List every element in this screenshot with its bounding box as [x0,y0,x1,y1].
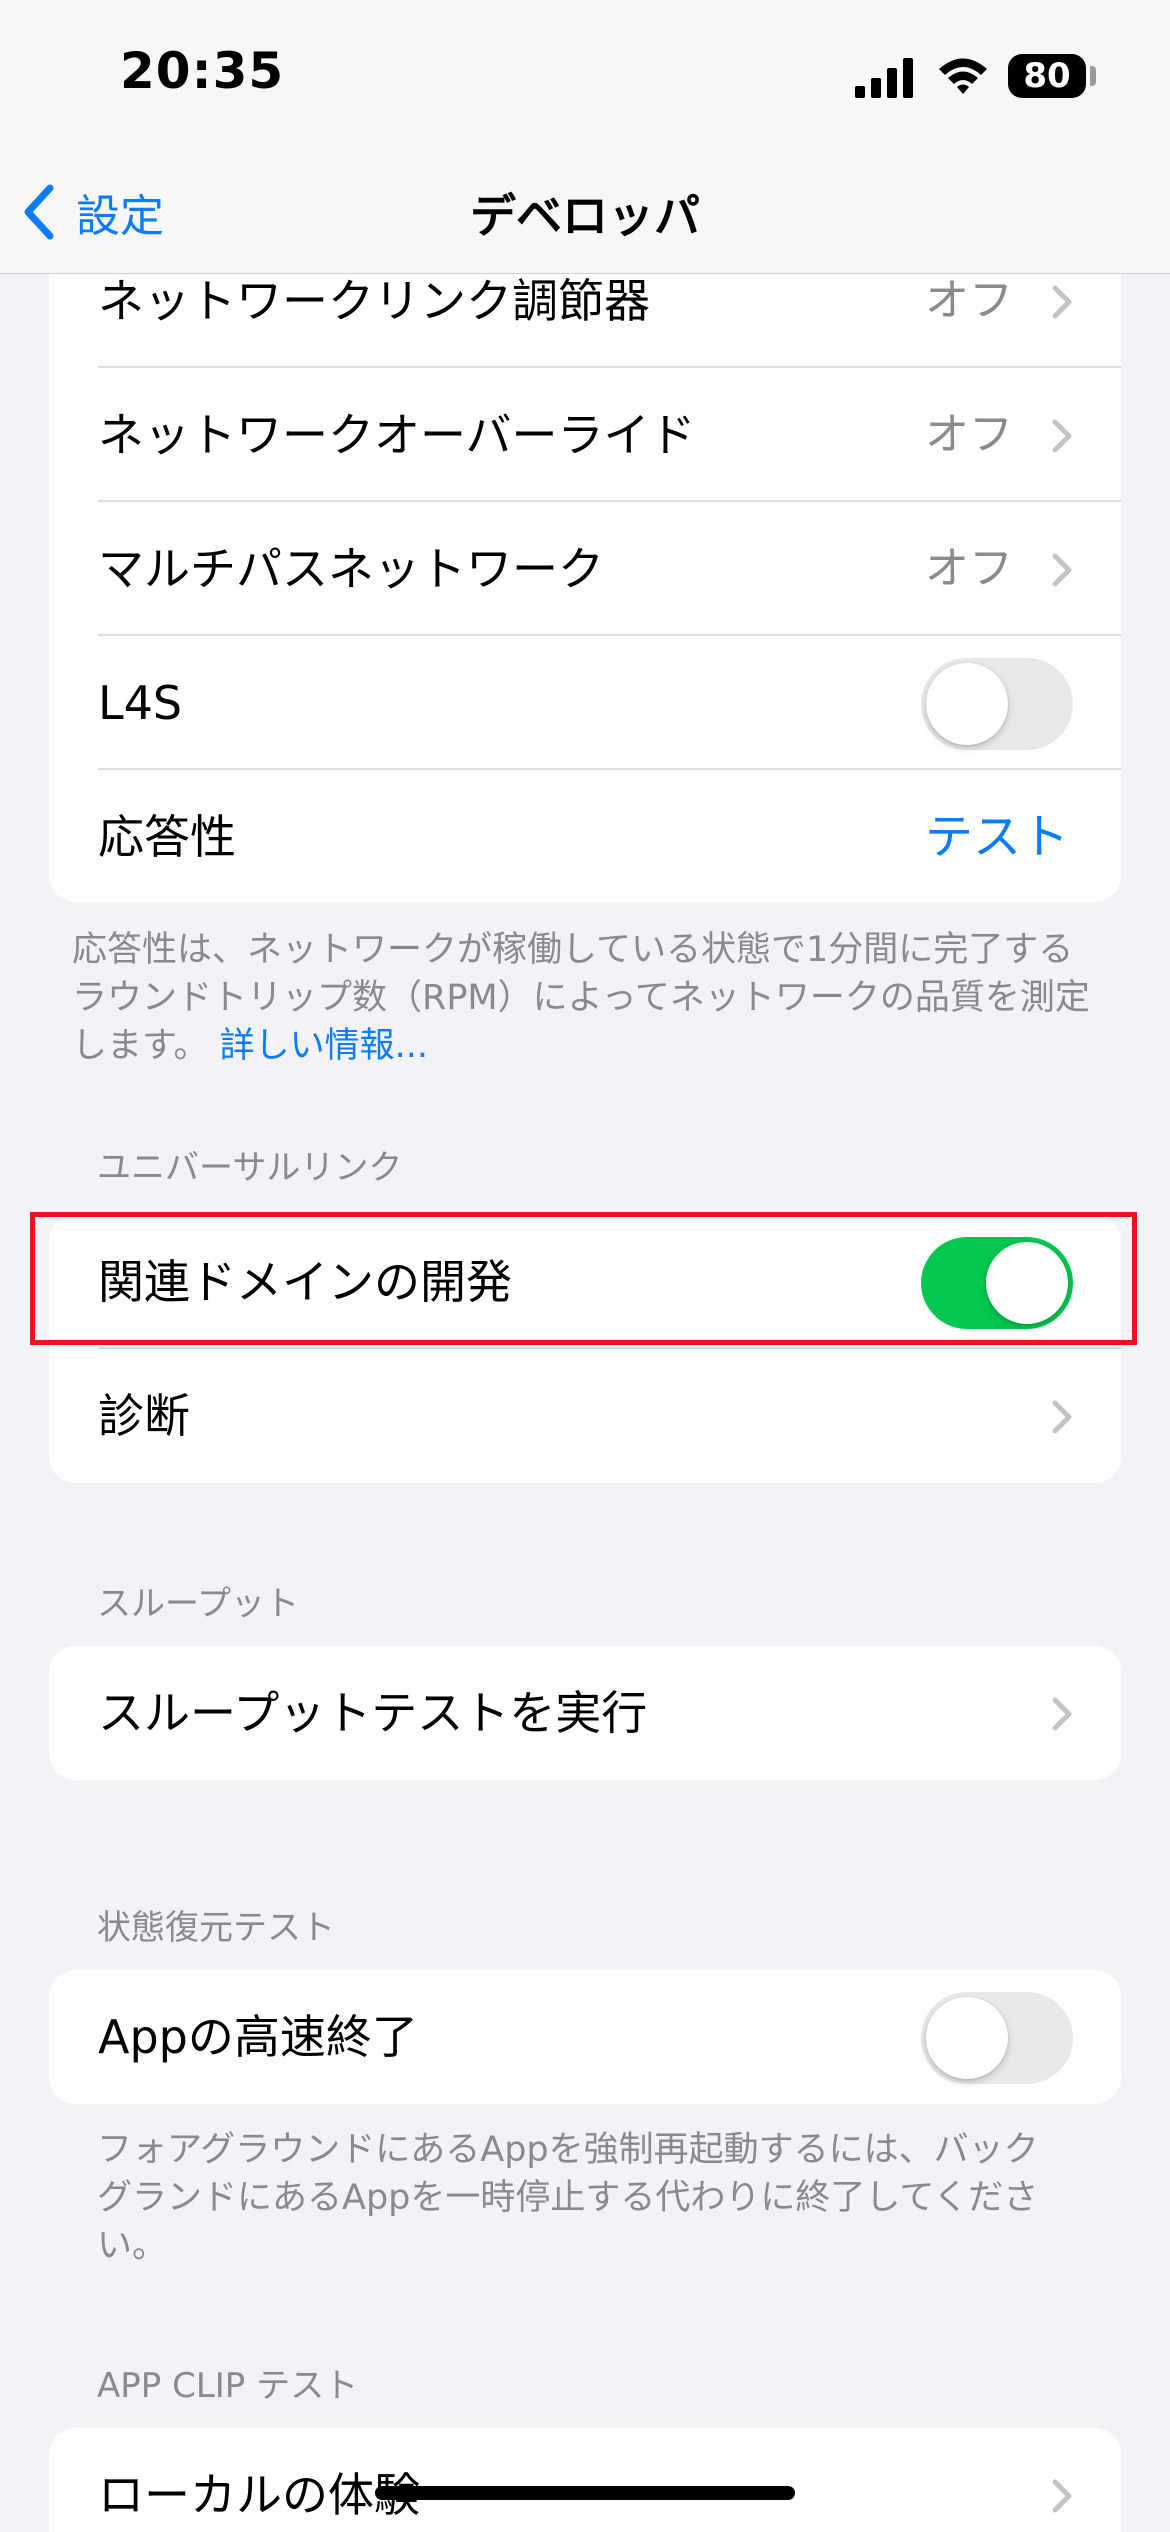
local-experience-row[interactable]: ローカルの体験 [49,2428,1121,2532]
associated-domains-development-row: 関連ドメインの開発 [49,1215,1121,1349]
run-throughput-test-row[interactable]: スループットテストを実行 [49,1646,1121,1780]
section-header-state-restoration: 状態復元テスト [97,1908,335,1948]
row-value: オフ [925,275,1013,326]
multipath-network-row[interactable]: マルチパスネットワーク オフ [49,502,1121,636]
row-label: 診断 [98,1389,190,1443]
section-header-universal-links: ユニバーサルリンク [97,1148,403,1188]
responsiveness-footnote: 応答性は、ネットワークが稼働している状態で1分間に完了するラウンドトリップ数（R… [72,926,1092,1070]
network-settings-group: ネットワークリンク調節器 オフ ネットワークオーバーライド オフ マルチパスネッ… [49,274,1121,902]
battery-tip-icon [1090,66,1096,86]
chevron-right-icon [1052,419,1072,453]
settings-list[interactable]: ネットワークリンク調節器 オフ ネットワークオーバーライド オフ マルチパスネッ… [0,274,1170,2532]
associated-domains-toggle[interactable] [921,1237,1073,1329]
row-label: ネットワークオーバーライド [98,408,696,462]
home-indicator[interactable] [375,2486,795,2500]
wifi-icon [939,58,987,94]
fast-app-termination-toggle[interactable] [921,1992,1073,2084]
page-title: デベロッパ [470,189,700,243]
chevron-right-icon [1052,553,1072,587]
navigation-bar: 設定 デベロッパ [0,150,1170,274]
row-value: オフ [925,543,1013,594]
row-value: オフ [925,409,1013,460]
state-restoration-footnote: フォアグラウンドにあるAppを強制再起動するには、バックグランドにあるAppを一… [97,2130,1039,2266]
row-label: 関連ドメインの開発 [98,1255,512,1309]
row-label: ネットワークリンク調節器 [98,274,650,328]
row-label: L4S [98,676,183,730]
section-header-app-clip: APP CLIP テスト [97,2366,359,2406]
responsiveness-row: 応答性 テスト [49,770,1121,902]
throughput-group: スループットテストを実行 [49,1646,1121,1780]
network-link-conditioner-row[interactable]: ネットワークリンク調節器 オフ [49,274,1121,368]
diagnostics-row[interactable]: 診断 [49,1349,1121,1483]
learn-more-link[interactable]: 詳しい情報... [220,1026,428,1066]
battery-indicator: 80 [1008,54,1086,98]
row-label: 応答性 [98,810,236,864]
state-restoration-group: Appの高速終了 [49,1970,1121,2104]
chevron-right-icon [1052,1697,1072,1731]
chevron-right-icon [1052,285,1072,319]
universal-links-group: 関連ドメインの開発 診断 [49,1215,1121,1483]
fast-app-termination-row: Appの高速終了 [49,1970,1121,2104]
status-bar: 20:35 80 [0,0,1170,150]
l4s-toggle[interactable] [921,658,1073,750]
l4s-row: L4S [49,636,1121,770]
status-time: 20:35 [120,42,285,100]
app-clip-group: ローカルの体験 [49,2428,1121,2532]
test-button[interactable]: テスト [925,770,1069,902]
network-override-row[interactable]: ネットワークオーバーライド オフ [49,368,1121,502]
section-header-throughput: スループット [97,1584,299,1624]
chevron-right-icon [1052,2479,1072,2513]
battery-level: 80 [1023,56,1071,96]
row-label: マルチパスネットワーク [98,542,604,596]
cellular-signal-icon [855,58,913,98]
row-label: Appの高速終了 [98,2010,418,2064]
row-label: ローカルの体験 [98,2468,420,2522]
chevron-right-icon [1052,1400,1072,1434]
row-label: スループットテストを実行 [98,1686,648,1740]
